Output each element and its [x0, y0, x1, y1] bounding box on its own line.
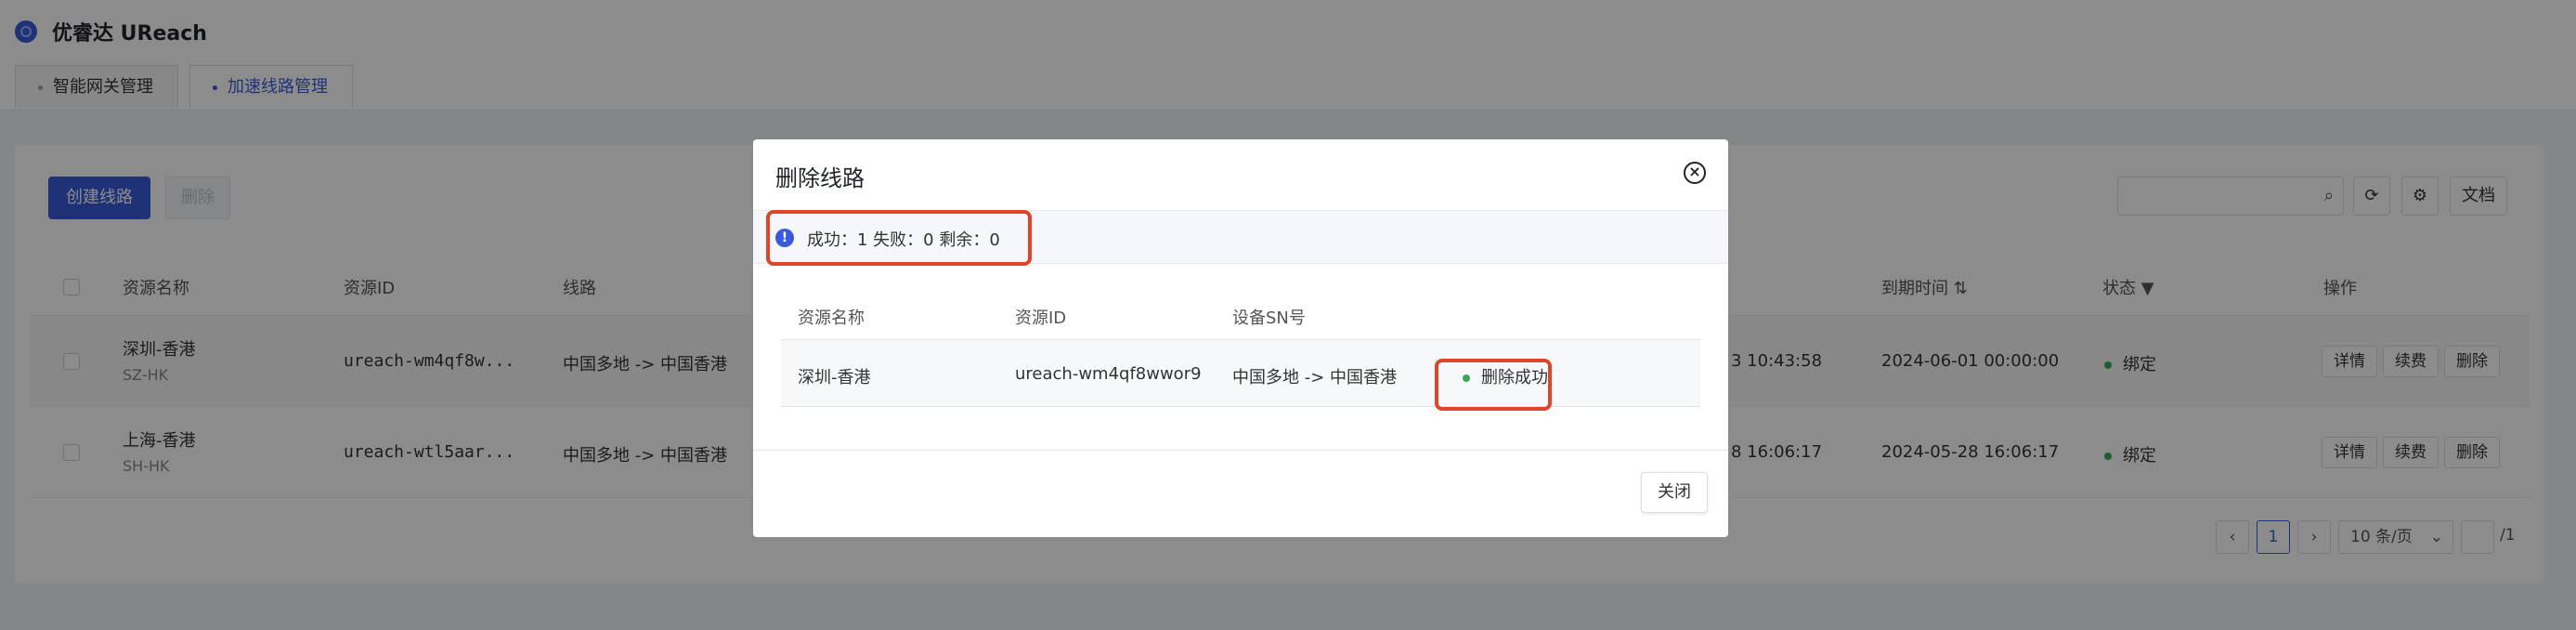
delete-route-dialog: 删除线路 × ! 成功：1 失败：0 剩余：0 资源名称 资源ID 设备SN号 … [753, 139, 1728, 537]
resource-name: 深圳-香港 [798, 368, 871, 387]
resource-id: ureach-wm4qf8wwor9 [1015, 364, 1202, 384]
dialog-title: 删除线路 [775, 165, 865, 191]
dialog-table-row: 深圳-香港 ureach-wm4qf8wwor9 中国多地 -> 中国香港 删除… [781, 340, 1700, 407]
result-highlight-box [1435, 359, 1552, 411]
column-header: 设备SN号 [1232, 308, 1306, 328]
column-header: 资源ID [1015, 308, 1067, 328]
close-icon[interactable]: × [1684, 162, 1706, 184]
dialog-divider [753, 450, 1728, 451]
close-button[interactable]: 关闭 [1641, 472, 1708, 513]
column-header: 资源名称 [798, 308, 865, 328]
summary-highlight-box [766, 210, 1032, 266]
dialog-table-header: 资源名称 资源ID 设备SN号 [781, 288, 1700, 340]
device-sn: 中国多地 -> 中国香港 [1232, 368, 1398, 387]
